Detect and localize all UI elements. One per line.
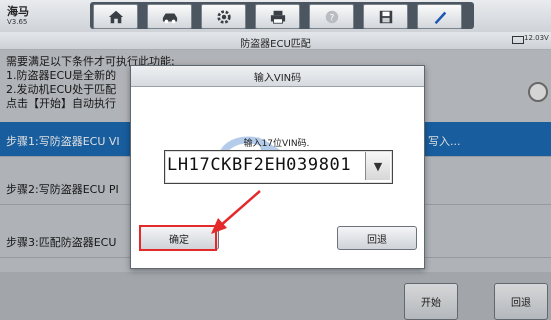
vin-dropdown-button[interactable]: ▼ [365,152,390,180]
help-icon: ? [325,10,338,23]
vehicle-tool-button[interactable] [147,4,192,29]
print-button[interactable] [255,4,300,29]
dialog-back-button[interactable]: 回退 [337,226,417,250]
triangle-down-icon: ▼ [373,159,383,173]
edit-button[interactable] [417,4,462,29]
vin-prompt: 输入17位VIN码. [243,139,310,149]
svg-text:?: ? [329,13,334,23]
battery-voltage: 12.03V [524,34,549,42]
dialog-title: 输入VIN码 [131,66,424,87]
help-button[interactable]: ? [309,4,354,29]
save-button[interactable] [363,4,408,29]
printer-icon [270,10,285,24]
battery-icon [512,36,524,44]
annotation-arrow-icon [211,190,261,234]
home-icon [108,10,123,23]
save-icon [379,10,392,23]
vehicle-tool-icon [162,12,177,23]
app-name: 海马 [7,5,29,18]
app-version: V3.65 [7,18,28,26]
settings-button[interactable] [201,4,246,29]
gear-icon [216,9,231,24]
vin-input-value[interactable]: LH17CKBF2EH039801 [167,155,351,175]
page-title: 防盗器ECU匹配 [240,39,311,50]
home-button[interactable] [93,4,138,29]
pen-icon [434,11,446,24]
